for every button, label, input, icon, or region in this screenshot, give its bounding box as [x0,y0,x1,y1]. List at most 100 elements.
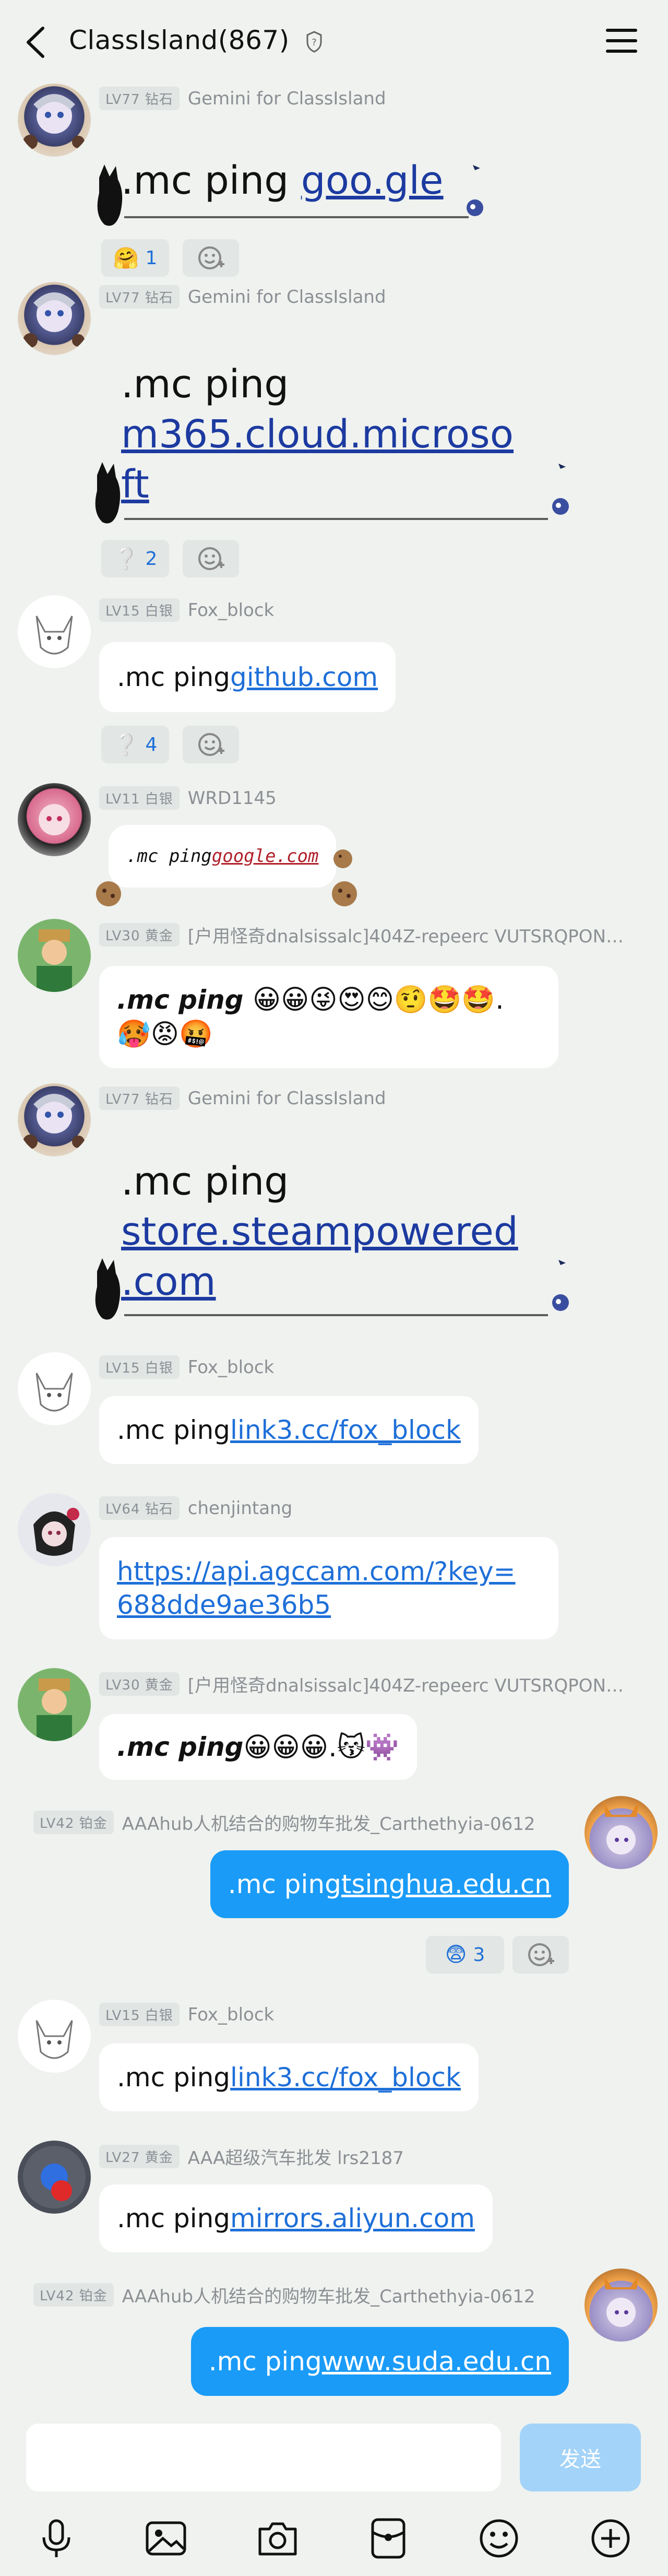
sender-name[interactable]: chenjintang [188,1498,292,1519]
message-bubble[interactable]: .mc ping www.suda.edu.cn [190,2327,569,2396]
message-self: LV42 铂金 AAAhub人机结合的购物车批发_Carthethyia-061… [0,2268,668,2409]
level-badge: LV27 黄金 [99,2145,180,2168]
message-meta: LV64 钻石 chenjintang [99,1496,292,1520]
message-link[interactable]: github.com [230,662,378,692]
avatar[interactable] [18,2000,91,2073]
add-reaction-button[interactable] [512,1936,569,1974]
send-button[interactable]: 发送 [520,2424,641,2491]
message-link[interactable]: store.steampowered [121,1207,518,1257]
reaction-chip[interactable]: ❔ 4 [101,726,169,763]
message: LV64 钻石 chenjintang https://api.agccam.c… [0,1493,668,1650]
image-icon[interactable] [144,2516,188,2560]
reaction-emoji: ❔ [113,732,139,757]
microphone-icon[interactable] [34,2516,78,2560]
message-bubble[interactable]: .mc ping link3.cc/fox_block [99,1396,479,1464]
anime-avatar-icon [23,94,85,149]
cookie-decoration-icon [332,881,357,906]
message-link[interactable]: tsinghua.edu.cn [341,1869,551,1899]
avatar[interactable] [18,282,91,355]
message: LV11 白银 WRD1145 .mc ping google.com [0,783,668,908]
level-badge: LV15 白银 [99,1355,180,1379]
sender-name[interactable]: WRD1145 [188,788,277,809]
reaction-chip[interactable]: ❔ 2 [101,540,169,577]
message-link[interactable]: m365.cloud.microso [121,409,514,459]
avatar[interactable] [18,1668,91,1741]
level-badge: LV77 钻石 [99,87,180,110]
sender-name[interactable]: [户用怪奇dnalsissalc]404Z-repeerc VUTSRQPONM… [188,1671,626,1697]
message-link-continued[interactable]: 688dde9ae36b5 [117,1588,331,1622]
reaction-emoji: 🤗 [113,246,139,270]
cookie-decoration-icon [96,881,121,906]
message-text[interactable]: .mc ping store.steampowered .com [121,1156,518,1307]
add-reaction-button[interactable] [183,540,239,577]
sender-name[interactable]: Fox_block [188,2004,274,2025]
message-text[interactable]: .mc ping m365.cloud.microso ft [121,359,514,510]
level-badge: LV15 白银 [99,2003,180,2026]
red-packet-icon[interactable] [366,2516,410,2560]
avatar[interactable] [18,84,91,157]
sender-name[interactable]: Gemini for ClassIsland [188,1088,386,1109]
message-link[interactable]: link3.cc/fox_block [230,2062,461,2093]
message-bubble[interactable]: .mc ping mirrors.aliyun.com [99,2184,493,2252]
avatar[interactable] [18,1083,91,1156]
bubble-decoration-cat-icon [95,462,121,524]
message-link[interactable]: google.com [212,846,319,867]
sender-name[interactable]: Fox_block [188,1357,274,1378]
avatar[interactable] [18,919,91,992]
avatar[interactable] [584,2268,658,2342]
message-input[interactable] [26,2424,501,2491]
avatar[interactable] [584,1796,658,1869]
message-text[interactable]: .mc ping goo.gle [121,156,444,206]
reaction-chip[interactable]: 😨 3 [426,1936,504,1974]
sender-name[interactable]: AAAhub人机结合的购物车批发_Carthethyia-0612 [122,1810,535,1835]
message: LV30 黄金 [户用怪奇dnalsissalc]404Z-repeerc VU… [0,919,668,1070]
back-arrow-icon[interactable] [21,24,50,61]
message-bubble[interactable]: .mc ping tsinghua.edu.cn [210,1850,569,1918]
message-link[interactable]: goo.gle [301,158,444,203]
add-reaction-button[interactable] [183,239,239,277]
sender-name[interactable]: Fox_block [188,600,274,621]
message-bubble[interactable]: .mc ping 😀😀😀.😽👾 [99,1714,417,1780]
message-bubble[interactable]: .mc ping google.com [109,825,337,888]
sender-name[interactable]: AAAhub人机结合的购物车批发_Carthethyia-0612 [122,2282,535,2308]
add-reaction-button[interactable] [183,726,239,763]
plus-icon[interactable] [589,2516,633,2560]
message-bubble[interactable]: https://api.agccam.com/?key= 688dde9ae36… [99,1537,558,1639]
sender-name[interactable]: Gemini for ClassIsland [188,287,386,308]
message-bubble[interactable]: .mc ping 😀😀😜😍😊🤨🤩🤩. 🥵😡🤬 [99,966,558,1068]
avatar[interactable] [18,2141,91,2214]
reaction-emoji: 😨 [445,1943,467,1967]
bubble-decoration-icon [552,1260,569,1311]
avatar[interactable] [18,1493,91,1566]
message-link[interactable]: www.suda.edu.cn [322,2346,551,2377]
message: LV77 钻石 Gemini for ClassIsland .mc ping … [0,1083,668,1334]
message-bubble[interactable]: .mc ping link3.cc/fox_block [99,2043,479,2111]
anime-avatar-icon [33,1508,79,1556]
sender-name[interactable]: Gemini for ClassIsland [188,88,386,109]
avatar[interactable] [18,783,91,856]
fox-avatar-icon [35,2020,73,2059]
message-bubble[interactable]: .mc ping github.com [99,642,396,712]
avatar[interactable] [18,595,91,668]
message-meta: LV15 白银 Fox_block [99,1355,274,1379]
level-badge: LV30 黄金 [99,1672,180,1696]
camera-icon[interactable] [256,2516,300,2560]
message-link-continued[interactable]: .com [121,1257,518,1307]
reaction-chip[interactable]: 🤗 1 [101,239,169,277]
message-link-continued[interactable]: ft [121,459,514,510]
level-badge: LV77 钻石 [99,285,180,309]
emoji-run: 😀😀😜😍😊🤨🤩🤩. [252,984,504,1015]
bubble-decoration-icon [467,165,483,216]
message-link[interactable]: mirrors.aliyun.com [230,2203,475,2234]
cookie-decoration-icon [333,849,352,868]
sender-name[interactable]: [户用怪奇dnalsissalc]404Z-repeerc VUTSRQPONM… [188,922,626,948]
emoji-icon[interactable] [477,2516,521,2560]
avatar[interactable] [18,1352,91,1425]
chat-title[interactable]: ClassIsland(867) [69,25,290,55]
sender-name[interactable]: AAA超级汽车批发 lrs2187 [188,2144,404,2169]
message-link[interactable]: link3.cc/fox_block [230,1415,461,1445]
reaction-count: 3 [473,1944,485,1966]
menu-icon[interactable] [605,26,638,55]
message-link[interactable]: https://api.agccam.com/?key= [117,1555,516,1588]
message-meta: LV30 黄金 [户用怪奇dnalsissalc]404Z-repeerc VU… [99,922,626,948]
